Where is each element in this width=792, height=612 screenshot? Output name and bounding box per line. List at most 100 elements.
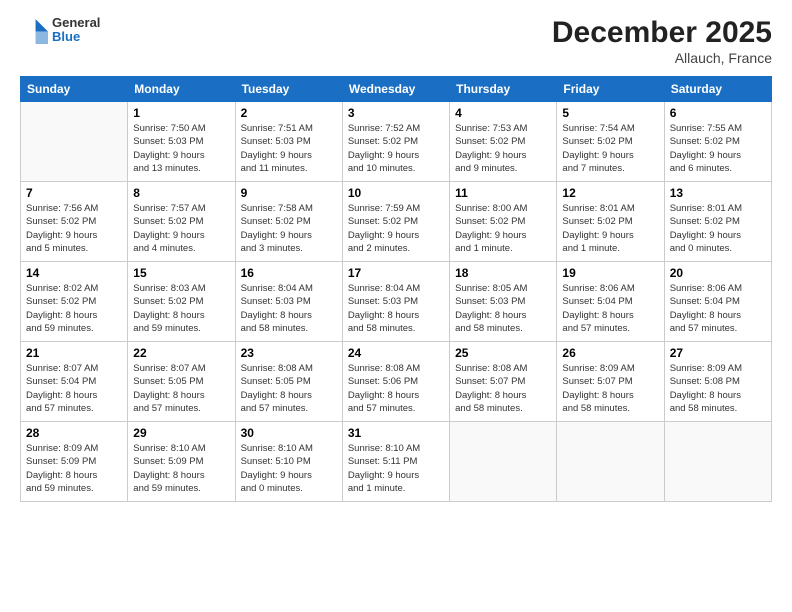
- title-area: December 2025 Allauch, France: [552, 16, 772, 66]
- day-info: Sunrise: 8:08 AM Sunset: 5:07 PM Dayligh…: [455, 362, 551, 415]
- day-cell: [450, 422, 557, 502]
- day-info: Sunrise: 8:09 AM Sunset: 5:09 PM Dayligh…: [26, 442, 122, 495]
- day-cell: [21, 102, 128, 182]
- day-cell: [664, 422, 771, 502]
- location: Allauch, France: [552, 50, 772, 66]
- day-cell: 19 Sunrise: 8:06 AM Sunset: 5:04 PM Dayli…: [557, 262, 664, 342]
- day-cell: 30 Sunrise: 8:10 AM Sunset: 5:10 PM Dayli…: [235, 422, 342, 502]
- day-info: Sunrise: 7:50 AM Sunset: 5:03 PM Dayligh…: [133, 122, 229, 175]
- day-cell: 8 Sunrise: 7:57 AM Sunset: 5:02 PM Daylig…: [128, 182, 235, 262]
- day-info: Sunrise: 8:08 AM Sunset: 5:06 PM Dayligh…: [348, 362, 444, 415]
- day-cell: 21 Sunrise: 8:07 AM Sunset: 5:04 PM Dayli…: [21, 342, 128, 422]
- day-number: 11: [455, 186, 551, 200]
- day-cell: 13 Sunrise: 8:01 AM Sunset: 5:02 PM Dayli…: [664, 182, 771, 262]
- day-number: 21: [26, 346, 122, 360]
- day-number: 13: [670, 186, 766, 200]
- day-info: Sunrise: 8:07 AM Sunset: 5:05 PM Dayligh…: [133, 362, 229, 415]
- day-cell: 20 Sunrise: 8:06 AM Sunset: 5:04 PM Dayli…: [664, 262, 771, 342]
- day-info: Sunrise: 8:01 AM Sunset: 5:02 PM Dayligh…: [670, 202, 766, 255]
- day-info: Sunrise: 7:53 AM Sunset: 5:02 PM Dayligh…: [455, 122, 551, 175]
- day-cell: 12 Sunrise: 8:01 AM Sunset: 5:02 PM Dayli…: [557, 182, 664, 262]
- day-info: Sunrise: 8:05 AM Sunset: 5:03 PM Dayligh…: [455, 282, 551, 335]
- day-number: 30: [241, 426, 337, 440]
- day-info: Sunrise: 8:10 AM Sunset: 5:10 PM Dayligh…: [241, 442, 337, 495]
- logo-icon: [20, 16, 48, 44]
- day-header-friday: Friday: [557, 77, 664, 102]
- calendar-body: 1 Sunrise: 7:50 AM Sunset: 5:03 PM Daylig…: [21, 102, 772, 502]
- day-number: 14: [26, 266, 122, 280]
- day-number: 3: [348, 106, 444, 120]
- day-number: 26: [562, 346, 658, 360]
- day-header-tuesday: Tuesday: [235, 77, 342, 102]
- day-info: Sunrise: 8:09 AM Sunset: 5:08 PM Dayligh…: [670, 362, 766, 415]
- day-info: Sunrise: 8:06 AM Sunset: 5:04 PM Dayligh…: [670, 282, 766, 335]
- week-row-3: 21 Sunrise: 8:07 AM Sunset: 5:04 PM Dayli…: [21, 342, 772, 422]
- day-info: Sunrise: 8:04 AM Sunset: 5:03 PM Dayligh…: [348, 282, 444, 335]
- day-info: Sunrise: 8:02 AM Sunset: 5:02 PM Dayligh…: [26, 282, 122, 335]
- day-cell: 31 Sunrise: 8:10 AM Sunset: 5:11 PM Dayli…: [342, 422, 449, 502]
- day-header-monday: Monday: [128, 77, 235, 102]
- day-header-saturday: Saturday: [664, 77, 771, 102]
- day-cell: 24Sunrise: 8:08 AM Sunset: 5:06 PM Dayli…: [342, 342, 449, 422]
- day-number: 19: [562, 266, 658, 280]
- day-number: 1: [133, 106, 229, 120]
- page: General Blue December 2025 Allauch, Fran…: [0, 0, 792, 612]
- day-number: 16: [241, 266, 337, 280]
- day-header-thursday: Thursday: [450, 77, 557, 102]
- day-number: 7: [26, 186, 122, 200]
- day-number: 6: [670, 106, 766, 120]
- day-header-sunday: Sunday: [21, 77, 128, 102]
- day-info: Sunrise: 8:00 AM Sunset: 5:02 PM Dayligh…: [455, 202, 551, 255]
- day-number: 29: [133, 426, 229, 440]
- month-title: December 2025: [552, 16, 772, 50]
- day-info: Sunrise: 8:06 AM Sunset: 5:04 PM Dayligh…: [562, 282, 658, 335]
- day-number: 31: [348, 426, 444, 440]
- day-cell: 16 Sunrise: 8:04 AM Sunset: 5:03 PM Dayli…: [235, 262, 342, 342]
- day-cell: 25 Sunrise: 8:08 AM Sunset: 5:07 PM Dayli…: [450, 342, 557, 422]
- day-number: 18: [455, 266, 551, 280]
- day-info: Sunrise: 7:54 AM Sunset: 5:02 PM Dayligh…: [562, 122, 658, 175]
- day-cell: 17Sunrise: 8:04 AM Sunset: 5:03 PM Dayli…: [342, 262, 449, 342]
- day-cell: 29 Sunrise: 8:10 AM Sunset: 5:09 PM Dayli…: [128, 422, 235, 502]
- day-info: Sunrise: 7:59 AM Sunset: 5:02 PM Dayligh…: [348, 202, 444, 255]
- day-number: 12: [562, 186, 658, 200]
- day-info: Sunrise: 8:10 AM Sunset: 5:09 PM Dayligh…: [133, 442, 229, 495]
- day-info: Sunrise: 8:01 AM Sunset: 5:02 PM Dayligh…: [562, 202, 658, 255]
- day-info: Sunrise: 8:10 AM Sunset: 5:11 PM Dayligh…: [348, 442, 444, 495]
- day-number: 8: [133, 186, 229, 200]
- day-info: Sunrise: 8:04 AM Sunset: 5:03 PM Dayligh…: [241, 282, 337, 335]
- day-info: Sunrise: 7:58 AM Sunset: 5:02 PM Dayligh…: [241, 202, 337, 255]
- day-cell: 27 Sunrise: 8:09 AM Sunset: 5:08 PM Dayli…: [664, 342, 771, 422]
- day-header-wednesday: Wednesday: [342, 77, 449, 102]
- day-cell: 18 Sunrise: 8:05 AM Sunset: 5:03 PM Dayli…: [450, 262, 557, 342]
- day-cell: 22Sunrise: 8:07 AM Sunset: 5:05 PM Dayli…: [128, 342, 235, 422]
- week-row-2: 14 Sunrise: 8:02 AM Sunset: 5:02 PM Dayli…: [21, 262, 772, 342]
- day-number: 4: [455, 106, 551, 120]
- day-number: 25: [455, 346, 551, 360]
- week-row-1: 7 Sunrise: 7:56 AM Sunset: 5:02 PM Daylig…: [21, 182, 772, 262]
- day-cell: 23Sunrise: 8:08 AM Sunset: 5:05 PM Dayli…: [235, 342, 342, 422]
- day-info: Sunrise: 7:57 AM Sunset: 5:02 PM Dayligh…: [133, 202, 229, 255]
- day-number: 28: [26, 426, 122, 440]
- day-cell: 1 Sunrise: 7:50 AM Sunset: 5:03 PM Daylig…: [128, 102, 235, 182]
- day-number: 27: [670, 346, 766, 360]
- day-cell: 14 Sunrise: 8:02 AM Sunset: 5:02 PM Dayli…: [21, 262, 128, 342]
- day-cell: [557, 422, 664, 502]
- week-row-0: 1 Sunrise: 7:50 AM Sunset: 5:03 PM Daylig…: [21, 102, 772, 182]
- day-cell: 2Sunrise: 7:51 AM Sunset: 5:03 PM Daylig…: [235, 102, 342, 182]
- day-number: 15: [133, 266, 229, 280]
- day-info: Sunrise: 8:07 AM Sunset: 5:04 PM Dayligh…: [26, 362, 122, 415]
- day-cell: 10Sunrise: 7:59 AM Sunset: 5:02 PM Dayli…: [342, 182, 449, 262]
- day-number: 2: [241, 106, 337, 120]
- day-cell: 3Sunrise: 7:52 AM Sunset: 5:02 PM Daylig…: [342, 102, 449, 182]
- day-cell: 7 Sunrise: 7:56 AM Sunset: 5:02 PM Daylig…: [21, 182, 128, 262]
- day-info: Sunrise: 8:03 AM Sunset: 5:02 PM Dayligh…: [133, 282, 229, 335]
- header: General Blue December 2025 Allauch, Fran…: [20, 16, 772, 66]
- day-number: 20: [670, 266, 766, 280]
- day-cell: 6Sunrise: 7:55 AM Sunset: 5:02 PM Daylig…: [664, 102, 771, 182]
- day-cell: 5Sunrise: 7:54 AM Sunset: 5:02 PM Daylig…: [557, 102, 664, 182]
- day-info: Sunrise: 8:09 AM Sunset: 5:07 PM Dayligh…: [562, 362, 658, 415]
- calendar-header: SundayMondayTuesdayWednesdayThursdayFrid…: [21, 77, 772, 102]
- day-number: 9: [241, 186, 337, 200]
- day-info: Sunrise: 7:56 AM Sunset: 5:02 PM Dayligh…: [26, 202, 122, 255]
